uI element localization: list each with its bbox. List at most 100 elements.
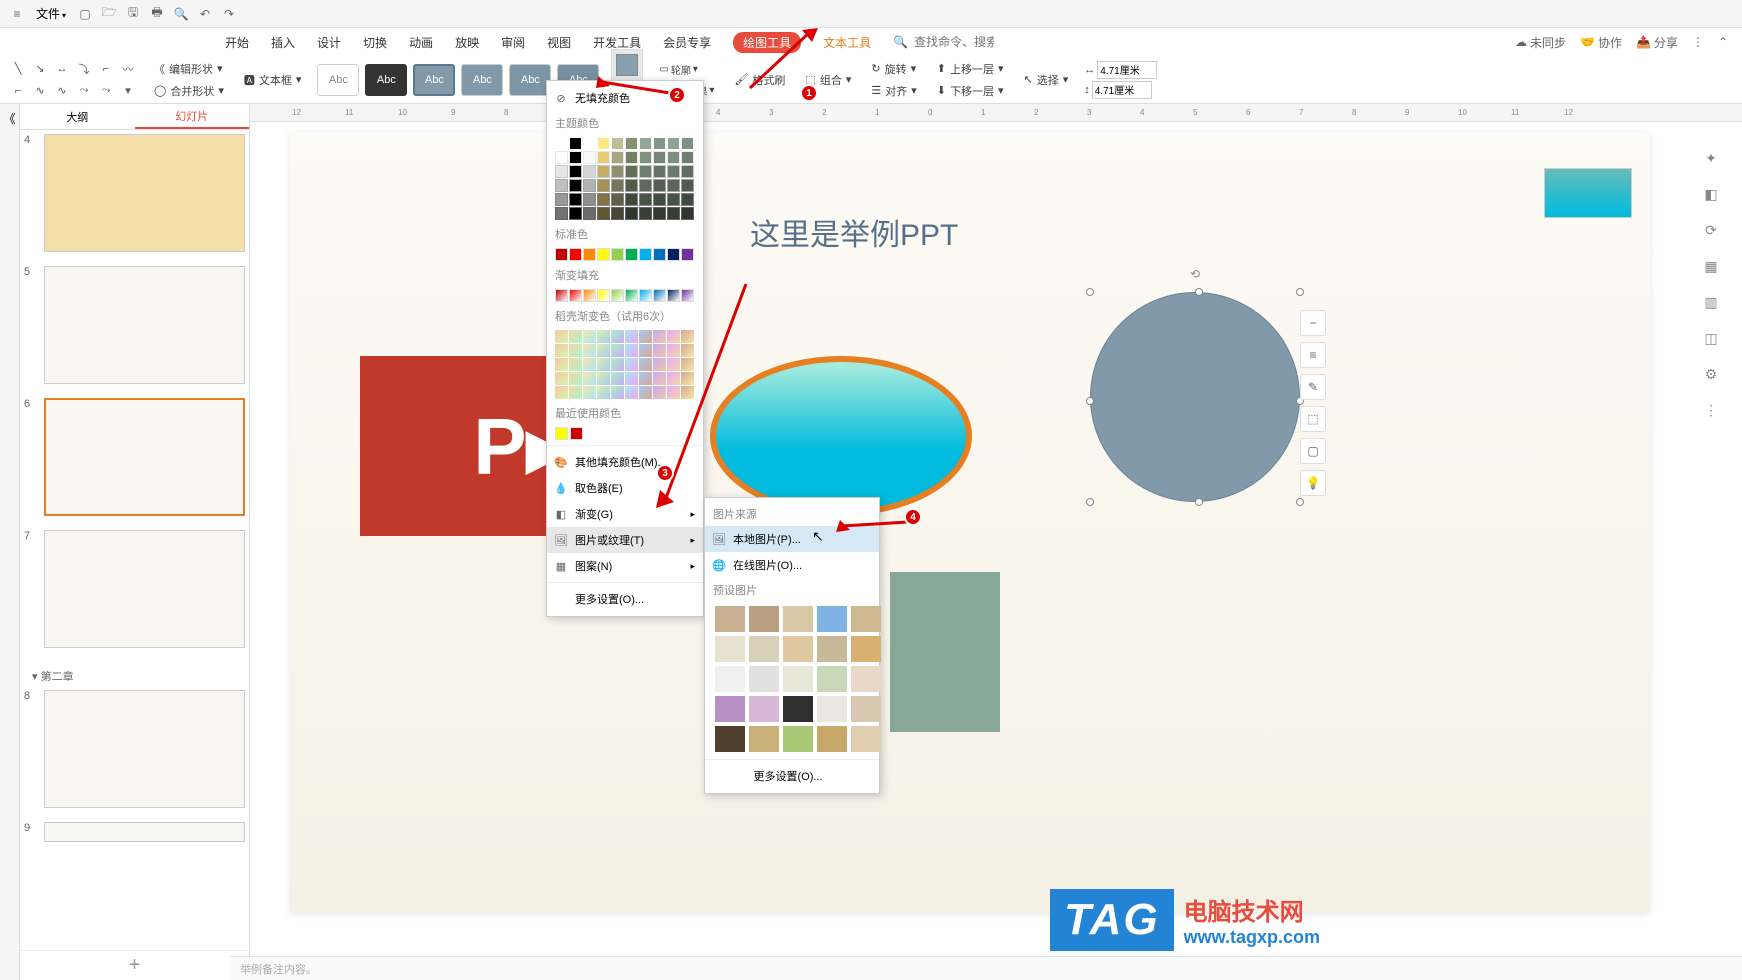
template-icon[interactable]: ◫: [1702, 330, 1720, 348]
daoke-gradient-swatch[interactable]: [625, 330, 638, 343]
daoke-gradient-swatch[interactable]: [611, 330, 624, 343]
theme-color-swatch[interactable]: [653, 193, 666, 206]
texture-swatch[interactable]: [715, 726, 745, 752]
redo-icon[interactable]: ↷: [220, 5, 238, 23]
theme-color-swatch[interactable]: [681, 151, 694, 164]
pattern-item[interactable]: ▦图案(N): [547, 553, 703, 579]
daoke-gradient-swatch[interactable]: [555, 344, 568, 357]
daoke-gradient-swatch[interactable]: [583, 358, 596, 371]
tab-insert[interactable]: 插入: [271, 34, 295, 51]
send-backward-button[interactable]: ⬇ 下移一层▾: [933, 81, 1008, 101]
daoke-gradient-swatch[interactable]: [597, 372, 610, 385]
daoke-gradient-swatch[interactable]: [611, 372, 624, 385]
theme-color-swatch[interactable]: [611, 165, 624, 178]
zoom-out-icon[interactable]: −: [1300, 310, 1326, 336]
theme-color-swatch[interactable]: [597, 207, 610, 220]
theme-color-swatch[interactable]: [569, 207, 582, 220]
theme-color-swatch[interactable]: [555, 165, 568, 178]
settings-icon[interactable]: ⚙: [1702, 366, 1720, 384]
zigzag-tool[interactable]: ∿: [52, 81, 72, 101]
collab-button[interactable]: 🤝 协作: [1580, 34, 1622, 51]
theme-color-swatch[interactable]: [639, 207, 652, 220]
tab-texttools[interactable]: 文本工具: [823, 34, 871, 51]
texture-swatch[interactable]: [851, 606, 881, 632]
slide-thumb-9[interactable]: 9: [24, 822, 245, 842]
texture-swatch[interactable]: [817, 636, 847, 662]
theme-color-swatch[interactable]: [639, 179, 652, 192]
new-slide-button[interactable]: +: [20, 950, 249, 980]
daoke-gradient-swatch[interactable]: [625, 372, 638, 385]
theme-color-swatch[interactable]: [569, 179, 582, 192]
search-icon[interactable]: 🔍: [893, 35, 908, 49]
share-button[interactable]: 📤 分享: [1636, 34, 1678, 51]
preset-style-2[interactable]: Abc: [365, 64, 407, 96]
tab-slideshow[interactable]: 放映: [455, 34, 479, 51]
slide-thumb-6[interactable]: 6: [24, 398, 245, 516]
theme-color-swatch[interactable]: [639, 193, 652, 206]
elbow2-tool[interactable]: ⌐: [8, 81, 28, 101]
texture-swatch[interactable]: [715, 606, 745, 632]
theme-color-swatch[interactable]: [555, 193, 568, 206]
theme-color-swatch[interactable]: [681, 193, 694, 206]
daoke-gradient-swatch[interactable]: [583, 372, 596, 385]
unsync-button[interactable]: ☁ 未同步: [1515, 34, 1566, 51]
gradient-swatch[interactable]: [611, 289, 624, 302]
elbow-tool[interactable]: ⌐: [96, 59, 116, 79]
online-picture-item[interactable]: 🌐在线图片(O)...: [705, 552, 879, 578]
theme-color-swatch[interactable]: [583, 165, 596, 178]
theme-color-swatch[interactable]: [653, 151, 666, 164]
daoke-gradient-swatch[interactable]: [625, 344, 638, 357]
width-input[interactable]: [1097, 61, 1157, 79]
slide-thumb-7[interactable]: 7: [24, 530, 245, 648]
theme-color-swatch[interactable]: [555, 207, 568, 220]
texture-swatch[interactable]: [749, 726, 779, 752]
line-arrow-tool[interactable]: ↘: [30, 59, 50, 79]
texture-swatch[interactable]: [783, 636, 813, 662]
slide-canvas[interactable]: 这里是举例PPT P▸ ⟲: [290, 132, 1650, 912]
more-settings-item[interactable]: 更多设置(O)...: [547, 586, 703, 612]
undo-icon[interactable]: ↶: [196, 5, 214, 23]
daoke-gradient-swatch[interactable]: [639, 344, 652, 357]
daoke-gradient-swatch[interactable]: [569, 372, 582, 385]
daoke-gradient-swatch[interactable]: [569, 358, 582, 371]
preset-style-3[interactable]: Abc: [413, 64, 455, 96]
slide-thumb-5[interactable]: 5: [24, 266, 245, 384]
theme-color-swatch[interactable]: [611, 179, 624, 192]
theme-color-swatch[interactable]: [681, 179, 694, 192]
curve-tool[interactable]: 〰: [118, 59, 138, 79]
texture-swatch[interactable]: [817, 606, 847, 632]
texture-swatch[interactable]: [715, 696, 745, 722]
selected-circle-shape[interactable]: ⟲: [1090, 292, 1300, 502]
height-input[interactable]: [1092, 81, 1152, 99]
gradient-swatch[interactable]: [639, 289, 652, 302]
daoke-gradient-swatch[interactable]: [639, 372, 652, 385]
tab-devtools[interactable]: 开发工具: [593, 34, 641, 51]
text-box-button[interactable]: 🅰 文本框 ▾: [240, 70, 306, 90]
daoke-gradient-swatch[interactable]: [597, 358, 610, 371]
theme-color-swatch[interactable]: [681, 137, 694, 150]
theme-color-swatch[interactable]: [667, 165, 680, 178]
preset-style-1[interactable]: Abc: [317, 64, 359, 96]
theme-color-swatch[interactable]: [681, 207, 694, 220]
outline-tab[interactable]: 大纲: [20, 104, 135, 129]
theme-color-swatch[interactable]: [555, 179, 568, 192]
theme-color-swatch[interactable]: [597, 179, 610, 192]
theme-color-swatch[interactable]: [583, 151, 596, 164]
theme-color-swatch[interactable]: [625, 193, 638, 206]
theme-color-swatch[interactable]: [569, 193, 582, 206]
texture-swatch[interactable]: [749, 696, 779, 722]
tab-animation[interactable]: 动画: [409, 34, 433, 51]
gradient-swatch[interactable]: [625, 289, 638, 302]
texture-swatch[interactable]: [783, 606, 813, 632]
standard-color-swatch[interactable]: [625, 248, 638, 261]
standard-color-swatch[interactable]: [597, 248, 610, 261]
texture-swatch[interactable]: [749, 636, 779, 662]
theme-color-swatch[interactable]: [639, 137, 652, 150]
crop-icon[interactable]: ▢: [1300, 438, 1326, 464]
texture-swatch[interactable]: [783, 726, 813, 752]
line-tool[interactable]: ╲: [8, 59, 28, 79]
daoke-gradient-swatch[interactable]: [583, 386, 596, 399]
edit-shape-button[interactable]: 《 编辑形状 ▾: [150, 59, 228, 79]
chapter-2-label[interactable]: ▾ 第二章: [24, 662, 245, 690]
preset-style-4[interactable]: Abc: [461, 64, 503, 96]
